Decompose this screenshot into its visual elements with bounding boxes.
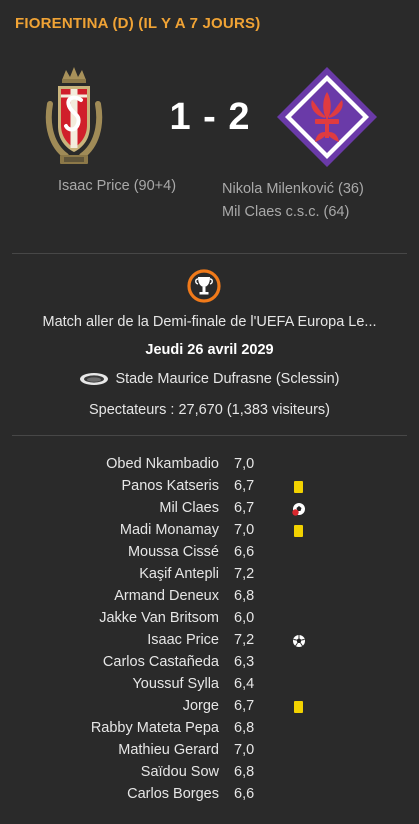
player-name[interactable]: Armand Deneux — [114, 588, 219, 604]
away-team-crest[interactable] — [276, 66, 378, 168]
attendance: Spectateurs : 27,670 (1,383 visiteurs) — [89, 402, 330, 418]
player-row[interactable]: Saïdou Sow 6,8 — [0, 762, 419, 784]
yellow-card-icon — [294, 481, 303, 493]
player-ratings-list: Obed Nkambadio 7,0 Panos Katseris 6,7 Mi… — [0, 454, 419, 806]
stadium-name[interactable]: Stade Maurice Dufrasne (Sclessin) — [115, 371, 339, 387]
player-name[interactable]: Carlos Borges — [127, 786, 219, 802]
player-row[interactable]: Rabby Mateta Pepa 6,8 — [0, 718, 419, 740]
player-row[interactable]: Isaac Price 7,2 — [0, 630, 419, 652]
player-row[interactable]: Youssuf Sylla 6,4 — [0, 674, 419, 696]
stadium-row: Stade Maurice Dufrasne (Sclessin) — [0, 371, 419, 387]
player-rating: 6,8 — [234, 720, 255, 736]
player-name[interactable]: Jorge — [183, 698, 219, 714]
player-rating: 6,7 — [234, 698, 255, 714]
player-name[interactable]: Madi Monamay — [120, 522, 219, 538]
own-goal-icon — [292, 503, 305, 516]
away-scorer-entry: Nikola Milenković (36) — [222, 181, 364, 197]
player-name[interactable]: Obed Nkambadio — [106, 456, 219, 472]
player-row[interactable]: Carlos Borges 6,6 — [0, 784, 419, 806]
player-row[interactable]: Mil Claes 6,7 — [0, 498, 419, 520]
home-team-crest[interactable] — [44, 64, 104, 168]
player-name[interactable]: Isaac Price — [147, 632, 219, 648]
player-rating: 7,0 — [234, 522, 255, 538]
player-rating: 7,2 — [234, 566, 255, 582]
player-rating: 6,3 — [234, 654, 255, 670]
home-scorer-entry: Isaac Price (90+4) — [57, 178, 177, 194]
player-row[interactable]: Kaşif Antepli 7,2 — [0, 564, 419, 586]
divider — [12, 435, 407, 436]
player-name[interactable]: Kaşif Antepli — [139, 566, 219, 582]
player-row[interactable]: Panos Katseris 6,7 — [0, 476, 419, 498]
player-rating: 7,0 — [234, 742, 255, 758]
home-scorers: Isaac Price (90+4) — [30, 178, 204, 194]
player-row[interactable]: Jakke Van Britsom 6,0 — [0, 608, 419, 630]
player-name[interactable]: Carlos Castañeda — [103, 654, 219, 670]
player-name[interactable]: Saïdou Sow — [141, 764, 219, 780]
player-name[interactable]: Rabby Mateta Pepa — [91, 720, 219, 736]
away-scorer-entry: Mil Claes c.s.c. (64) — [222, 204, 350, 220]
player-name[interactable]: Jakke Van Britsom — [99, 610, 219, 626]
player-row[interactable]: Mathieu Gerard 7,0 — [0, 740, 419, 762]
player-row[interactable]: Jorge 6,7 — [0, 696, 419, 718]
player-rating: 6,7 — [234, 478, 255, 494]
player-rating: 7,0 — [234, 456, 255, 472]
player-name[interactable]: Youssuf Sylla — [132, 676, 219, 692]
player-row[interactable]: Carlos Castañeda 6,3 — [0, 652, 419, 674]
player-row[interactable]: Madi Monamay 7,0 — [0, 520, 419, 542]
player-rating: 6,8 — [234, 588, 255, 604]
yellow-card-icon — [294, 701, 303, 713]
divider — [12, 253, 407, 254]
match-score: 1 - 2 — [169, 96, 251, 138]
player-name[interactable]: Moussa Cissé — [128, 544, 219, 560]
player-name[interactable]: Panos Katseris — [121, 478, 219, 494]
player-rating: 6,4 — [234, 676, 255, 692]
stadium-icon — [80, 373, 109, 385]
uefa-europa-league-icon — [187, 269, 221, 303]
yellow-card-icon — [294, 525, 303, 537]
player-rating: 6,8 — [234, 764, 255, 780]
player-rating: 6,0 — [234, 610, 255, 626]
match-date: Jeudi 26 avril 2029 — [145, 342, 274, 358]
goal-icon — [293, 635, 305, 647]
player-rating: 6,6 — [234, 544, 255, 560]
player-rating: 6,6 — [234, 786, 255, 802]
away-scorers: Nikola Milenković (36) Mil Claes c.s.c. … — [222, 178, 412, 224]
player-row[interactable]: Obed Nkambadio 7,0 — [0, 454, 419, 476]
player-rating: 7,2 — [234, 632, 255, 648]
player-row[interactable]: Armand Deneux 6,8 — [0, 586, 419, 608]
player-row[interactable]: Moussa Cissé 6,6 — [0, 542, 419, 564]
player-name[interactable]: Mathieu Gerard — [118, 742, 219, 758]
player-rating: 6,7 — [234, 500, 255, 516]
match-header-title[interactable]: FIORENTINA (D) (IL Y A 7 JOURS) — [15, 15, 260, 32]
competition-description[interactable]: Match aller de la Demi-finale de l'UEFA … — [0, 314, 419, 330]
player-name[interactable]: Mil Claes — [159, 500, 219, 516]
